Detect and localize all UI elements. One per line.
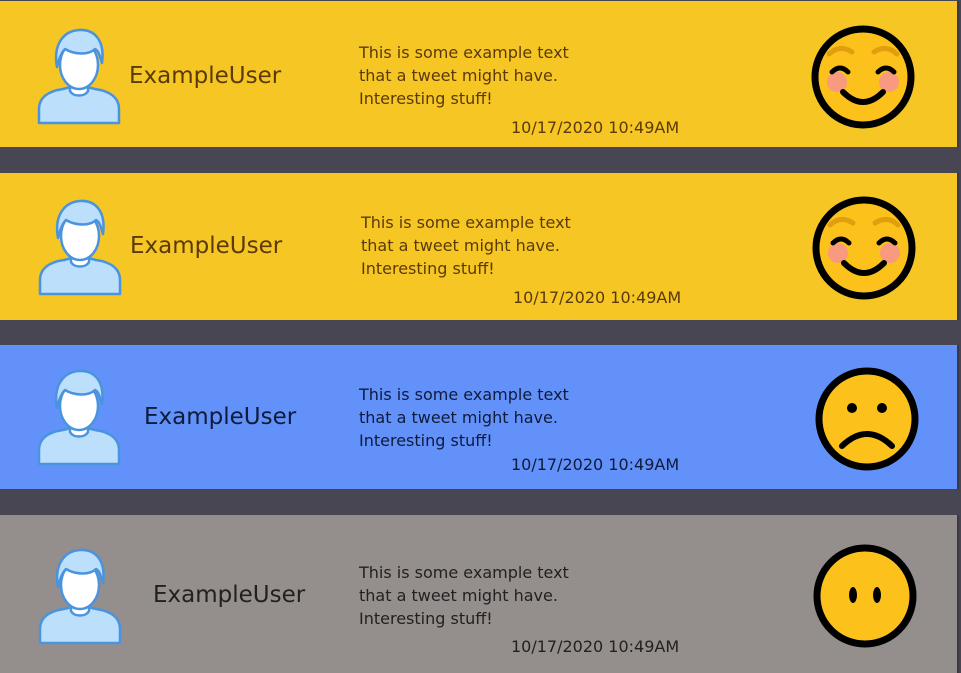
smiling-face-icon [811,195,917,301]
username[interactable]: ExampleUser [153,582,305,608]
user-avatar-icon[interactable] [37,368,121,466]
username[interactable]: ExampleUser [130,233,282,259]
user-avatar-icon[interactable] [38,198,122,296]
neutral-face-icon [812,543,918,649]
tweet-card[interactable]: ExampleUser This is some example text th… [0,345,959,489]
tweet-timestamp: 10/17/2020 10:49AM [511,455,680,474]
username[interactable]: ExampleUser [129,63,281,89]
smiling-face-icon [810,24,916,130]
tweet-card[interactable]: ExampleUser This is some example text th… [0,515,959,673]
user-avatar-icon[interactable] [38,547,122,645]
tweet-text: This is some example text that a tweet m… [359,385,569,450]
tweet-text: This is some example text that a tweet m… [359,43,569,108]
tweet-text: This is some example text that a tweet m… [361,213,571,278]
tweet-timestamp: 10/17/2020 10:49AM [511,637,680,656]
tweet-card[interactable]: ExampleUser This is some example text th… [0,1,959,147]
tweet-timestamp: 10/17/2020 10:49AM [513,288,682,307]
username[interactable]: ExampleUser [144,404,296,430]
tweet-timestamp: 10/17/2020 10:49AM [511,118,680,137]
frowning-face-icon [814,366,920,472]
tweet-text: This is some example text that a tweet m… [359,563,569,628]
tweet-card[interactable]: ExampleUser This is some example text th… [0,173,959,320]
user-avatar-icon[interactable] [37,27,121,125]
